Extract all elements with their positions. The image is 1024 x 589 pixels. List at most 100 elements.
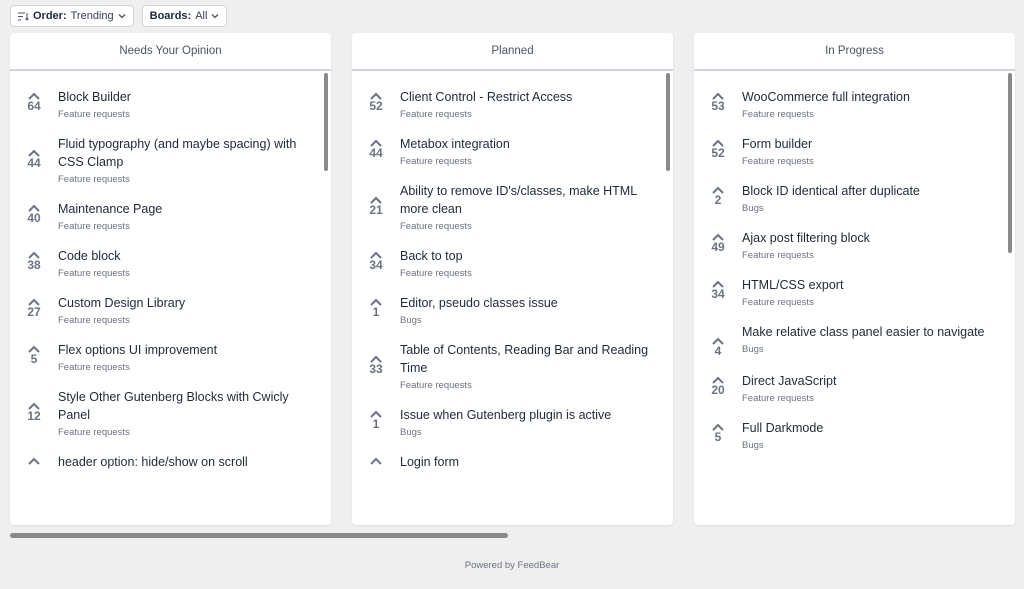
upvote-button[interactable]: 33 — [352, 341, 400, 392]
chevron-up-icon — [369, 192, 383, 204]
post-title[interactable]: Table of Contents, Reading Bar and Readi… — [400, 341, 661, 377]
upvote-button[interactable]: 53 — [694, 88, 742, 121]
horizontal-scrollbar[interactable] — [10, 533, 508, 538]
upvote-button[interactable]: 12 — [10, 388, 58, 439]
post-item[interactable]: 53 WooCommerce full integration Feature re… — [694, 88, 1015, 121]
post-title[interactable]: Block ID identical after duplicate — [742, 182, 1003, 200]
post-title[interactable]: Editor, pseudo classes issue — [400, 294, 661, 312]
post-title[interactable]: Full Darkmode — [742, 419, 1003, 437]
upvote-button[interactable]: 64 — [10, 88, 58, 121]
post-item[interactable]: Login form — [352, 453, 673, 474]
chevron-up-icon — [27, 294, 41, 306]
post-title[interactable]: Flex options UI improvement — [58, 341, 319, 359]
post-item[interactable]: 34 HTML/CSS export Feature requests — [694, 276, 1015, 309]
chevron-up-icon — [27, 453, 41, 465]
upvote-button[interactable]: 1 — [352, 406, 400, 439]
post-title[interactable]: Maintenance Page — [58, 200, 319, 218]
upvote-button[interactable]: 21 — [352, 182, 400, 233]
upvote-button[interactable] — [352, 453, 400, 474]
upvote-button[interactable]: 4 — [694, 323, 742, 358]
powered-by-footer[interactable]: Powered by FeedBear — [0, 560, 1024, 571]
chevron-up-icon — [27, 398, 41, 410]
chevron-up-icon — [711, 276, 725, 288]
post-category: Feature requests — [58, 315, 130, 326]
upvote-button[interactable] — [10, 453, 58, 474]
post-list[interactable]: 52 Client Control - Restrict Access Featur… — [352, 71, 673, 525]
upvote-button[interactable]: 20 — [694, 372, 742, 405]
upvote-button[interactable]: 49 — [694, 229, 742, 262]
post-list[interactable]: 64 Block Builder Feature requests 44 Fluid t… — [10, 71, 331, 525]
post-item[interactable]: 34 Back to top Feature requests — [352, 247, 673, 280]
post-body: Form builder Feature requests — [742, 135, 1015, 168]
post-item[interactable]: 49 Ajax post filtering block Feature reque… — [694, 229, 1015, 262]
post-body: header option: hide/show on scroll — [58, 453, 331, 474]
post-title[interactable]: HTML/CSS export — [742, 276, 1003, 294]
upvote-button[interactable]: 5 — [694, 419, 742, 452]
upvote-button[interactable]: 27 — [10, 294, 58, 327]
post-item[interactable]: 52 Client Control - Restrict Access Featur… — [352, 88, 673, 121]
post-title[interactable]: Fluid typography (and maybe spacing) wit… — [58, 135, 319, 171]
post-item[interactable]: 4 Make relative class panel easier to nav… — [694, 323, 1015, 358]
post-item[interactable]: 27 Custom Design Library Feature requests — [10, 294, 331, 327]
order-dropdown[interactable]: Order: Trending — [10, 5, 134, 27]
post-item[interactable]: 40 Maintenance Page Feature requests — [10, 200, 331, 233]
post-title[interactable]: Style Other Gutenberg Blocks with Cwicly… — [58, 388, 319, 424]
chevron-up-icon — [27, 247, 41, 259]
post-body: Code block Feature requests — [58, 247, 331, 280]
post-title[interactable]: Login form — [400, 453, 661, 471]
upvote-button[interactable]: 38 — [10, 247, 58, 280]
post-list[interactable]: 53 WooCommerce full integration Feature re… — [694, 71, 1015, 525]
post-item[interactable]: 20 Direct JavaScript Feature requests — [694, 372, 1015, 405]
post-item[interactable]: 1 Editor, pseudo classes issue Bugs — [352, 294, 673, 327]
post-item[interactable]: 44 Fluid typography (and maybe spacing) w… — [10, 135, 331, 186]
post-title[interactable]: Form builder — [742, 135, 1003, 153]
boards-dropdown[interactable]: Boards: All — [141, 5, 228, 27]
post-body: HTML/CSS export Feature requests — [742, 276, 1015, 309]
boards-label: Boards: — [149, 10, 192, 22]
upvote-button[interactable]: 52 — [694, 135, 742, 168]
post-item[interactable]: 52 Form builder Feature requests — [694, 135, 1015, 168]
upvote-button[interactable]: 34 — [352, 247, 400, 280]
vertical-scrollbar[interactable] — [1008, 73, 1012, 253]
post-item[interactable]: 33 Table of Contents, Reading Bar and Rea… — [352, 341, 673, 392]
upvote-button[interactable]: 52 — [352, 88, 400, 121]
post-category: Feature requests — [400, 268, 472, 279]
post-item[interactable]: 12 Style Other Gutenberg Blocks with Cwic… — [10, 388, 331, 439]
post-title[interactable]: Block Builder — [58, 88, 319, 106]
upvote-button[interactable]: 34 — [694, 276, 742, 309]
post-item[interactable]: 38 Code block Feature requests — [10, 247, 331, 280]
post-title[interactable]: Issue when Gutenberg plugin is active — [400, 406, 661, 424]
post-body: Ajax post filtering block Feature request… — [742, 229, 1015, 262]
post-body: Block Builder Feature requests — [58, 88, 331, 121]
upvote-button[interactable]: 5 — [10, 341, 58, 374]
post-item[interactable]: 21 Ability to remove ID's/classes, make H… — [352, 182, 673, 233]
vertical-scrollbar[interactable] — [666, 73, 670, 171]
post-title[interactable]: Custom Design Library — [58, 294, 319, 312]
post-item[interactable]: 64 Block Builder Feature requests — [10, 88, 331, 121]
upvote-button[interactable]: 1 — [352, 294, 400, 327]
post-item[interactable]: 5 Full Darkmode Bugs — [694, 419, 1015, 452]
post-title[interactable]: Direct JavaScript — [742, 372, 1003, 390]
post-item[interactable]: 2 Block ID identical after duplicate Bugs — [694, 182, 1015, 215]
post-title[interactable]: Back to top — [400, 247, 661, 265]
post-item[interactable]: 44 Metabox integration Feature requests — [352, 135, 673, 168]
upvote-button[interactable]: 44 — [352, 135, 400, 168]
post-title[interactable]: Client Control - Restrict Access — [400, 88, 661, 106]
post-title[interactable]: Code block — [58, 247, 319, 265]
post-item[interactable]: 1 Issue when Gutenberg plugin is active Bu… — [352, 406, 673, 439]
post-item[interactable]: 5 Flex options UI improvement Feature requ… — [10, 341, 331, 374]
post-title[interactable]: Ajax post filtering block — [742, 229, 1003, 247]
vote-count: 44 — [27, 156, 41, 170]
post-item[interactable]: header option: hide/show on scroll — [10, 453, 331, 474]
upvote-button[interactable]: 2 — [694, 182, 742, 215]
upvote-button[interactable]: 40 — [10, 200, 58, 233]
post-body: Editor, pseudo classes issue Bugs — [400, 294, 673, 327]
post-title[interactable]: Make relative class panel easier to navi… — [742, 323, 1003, 341]
post-title[interactable]: Metabox integration — [400, 135, 661, 153]
post-title[interactable]: header option: hide/show on scroll — [58, 453, 319, 471]
vote-count: 52 — [711, 146, 725, 160]
vertical-scrollbar[interactable] — [324, 73, 328, 171]
post-title[interactable]: WooCommerce full integration — [742, 88, 1003, 106]
upvote-button[interactable]: 44 — [10, 135, 58, 186]
post-title[interactable]: Ability to remove ID's/classes, make HTM… — [400, 182, 661, 218]
